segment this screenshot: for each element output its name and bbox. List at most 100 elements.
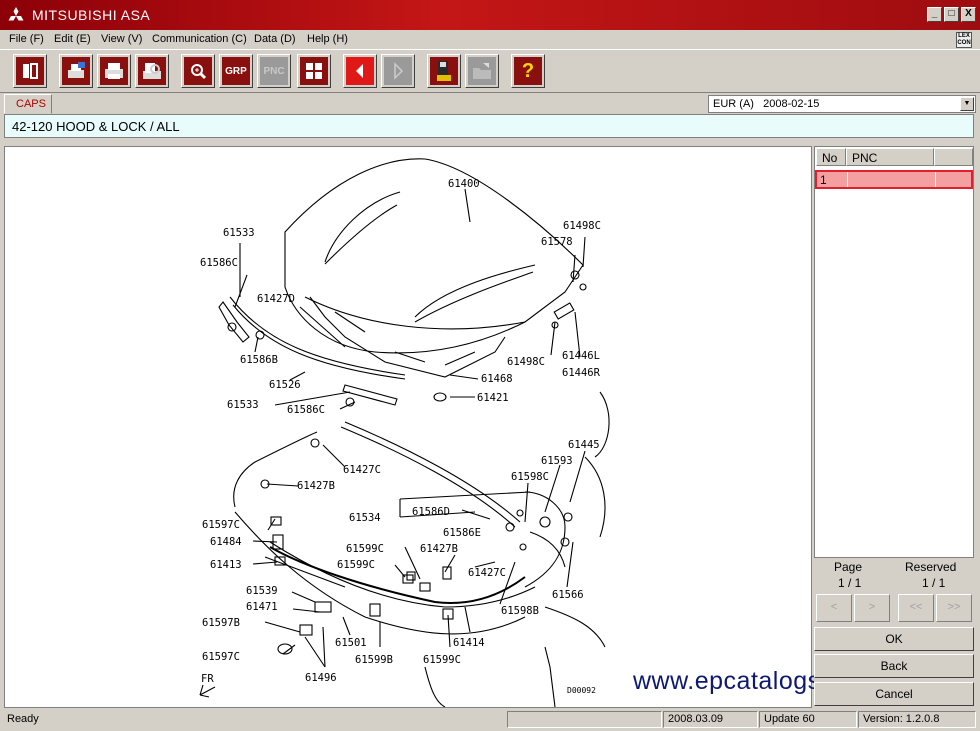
search-print-button[interactable] — [135, 54, 169, 88]
fr-label: FR — [201, 673, 214, 685]
caps-tab[interactable]: CAPS — [4, 94, 52, 114]
next-page-button[interactable]: > — [854, 594, 890, 622]
part-label[interactable]: 61539 — [246, 585, 278, 597]
menu-file[interactable]: File (F) — [9, 33, 44, 45]
part-label[interactable]: 61484 — [210, 536, 242, 548]
part-label[interactable]: 61421 — [477, 392, 509, 404]
part-label[interactable]: 61533 — [227, 399, 259, 411]
help-icon: ? — [514, 57, 542, 85]
exit-button[interactable] — [13, 54, 47, 88]
column-header-blank — [934, 148, 973, 166]
part-label[interactable]: 61586C — [287, 404, 325, 416]
cell-divider — [847, 172, 848, 187]
part-label[interactable]: 61446L — [562, 350, 600, 362]
part-label[interactable]: 61400 — [448, 178, 480, 190]
save-button[interactable] — [427, 54, 461, 88]
back-button[interactable]: Back — [814, 654, 974, 678]
grid-view-icon — [300, 57, 328, 85]
forward-arrow-button[interactable] — [381, 54, 415, 88]
part-label[interactable]: 61414 — [453, 637, 485, 649]
part-label[interactable]: 61586D — [412, 506, 450, 518]
pnc-button[interactable]: PNC — [257, 54, 291, 88]
status-date: 2008.03.09 — [663, 711, 758, 728]
grid-view-button[interactable] — [297, 54, 331, 88]
print-preview-button[interactable] — [59, 54, 93, 88]
status-update: Update 60 — [759, 711, 857, 728]
part-label[interactable]: 61427C — [343, 464, 381, 476]
part-label[interactable]: 61496 — [305, 672, 337, 684]
cancel-button[interactable]: Cancel — [814, 682, 974, 706]
group-title: 42-120 HOOD & LOCK / ALL — [4, 114, 974, 138]
search-document-icon — [138, 57, 166, 85]
back-arrow-button[interactable] — [343, 54, 377, 88]
part-label[interactable]: 61578 — [541, 236, 573, 248]
part-label[interactable]: 61593 — [541, 455, 573, 467]
grp-button[interactable]: GRP — [219, 54, 253, 88]
part-label[interactable]: 61498C — [507, 356, 545, 368]
status-bar: Ready 2008.03.09 Update 60 Version: 1.2.… — [0, 710, 980, 731]
maximize-button[interactable]: □ — [944, 7, 959, 22]
column-header-no[interactable]: No — [816, 148, 846, 166]
page-label: Page — [834, 560, 863, 574]
printer-icon — [100, 57, 128, 85]
part-label[interactable]: 61599C — [337, 559, 375, 571]
part-label[interactable]: 61586E — [443, 527, 481, 539]
zoom-button[interactable] — [181, 54, 215, 88]
status-blank — [507, 711, 662, 728]
part-label[interactable]: 61586C — [200, 257, 238, 269]
open-folder-icon — [468, 57, 496, 85]
menu-edit[interactable]: Edit (E) — [54, 33, 91, 45]
part-label[interactable]: 61586B — [240, 354, 278, 366]
part-label[interactable]: 61445 — [568, 439, 600, 451]
print-button[interactable] — [97, 54, 131, 88]
part-label[interactable]: 61599B — [355, 654, 393, 666]
close-button[interactable]: X — [961, 7, 976, 22]
minimize-button[interactable]: _ — [927, 7, 942, 22]
open-folder-button[interactable] — [465, 54, 499, 88]
menu-communication[interactable]: Communication (C) — [152, 33, 247, 45]
part-label[interactable]: 61413 — [210, 559, 242, 571]
first-page-button[interactable]: << — [898, 594, 934, 622]
region-date-select[interactable]: EUR (A) 2008-02-15 ▼ — [708, 95, 976, 113]
part-label[interactable]: 61501 — [335, 637, 367, 649]
part-label[interactable]: 61597B — [202, 617, 240, 629]
part-label[interactable]: 61427B — [420, 543, 458, 555]
part-label[interactable]: 61599C — [346, 543, 384, 555]
zoom-icon — [184, 57, 212, 85]
column-header-pnc[interactable]: PNC — [846, 148, 934, 166]
part-label[interactable]: 61566 — [552, 589, 584, 601]
forward-arrow-icon — [384, 57, 412, 85]
lexcon-icon[interactable]: LEX CON — [956, 32, 972, 48]
help-button[interactable]: ? — [511, 54, 545, 88]
part-label[interactable]: 61597C — [202, 519, 240, 531]
diagram-code: D00092 — [567, 686, 596, 695]
save-icon — [430, 57, 458, 85]
chevron-down-icon[interactable]: ▼ — [960, 97, 974, 111]
menu-view[interactable]: View (V) — [101, 33, 142, 45]
menu-help[interactable]: Help (H) — [307, 33, 348, 45]
exit-icon — [16, 57, 44, 85]
part-label[interactable]: 61427D — [257, 293, 295, 305]
part-label[interactable]: 61468 — [481, 373, 513, 385]
last-page-button[interactable]: >> — [936, 594, 972, 622]
menu-data[interactable]: Data (D) — [254, 33, 296, 45]
parts-diagram[interactable]: 61400 61533 61586C 61427D 61586B 61526 6… — [4, 146, 812, 708]
part-label[interactable]: 61526 — [269, 379, 301, 391]
part-label[interactable]: 61427C — [468, 567, 506, 579]
part-label[interactable]: 61599C — [423, 654, 461, 666]
grp-icon: GRP — [222, 57, 250, 85]
part-label[interactable]: 61533 — [223, 227, 255, 239]
part-label[interactable]: 61498C — [563, 220, 601, 232]
prev-page-button[interactable]: < — [816, 594, 852, 622]
part-label[interactable]: 61597C — [202, 651, 240, 663]
part-label[interactable]: 61446R — [562, 367, 601, 379]
part-label[interactable]: 61471 — [246, 601, 278, 613]
pnc-icon: PNC — [260, 57, 288, 85]
table-row[interactable]: 1 — [815, 170, 973, 189]
status-ready: Ready — [7, 713, 39, 725]
ok-button[interactable]: OK — [814, 627, 974, 651]
part-label[interactable]: 61534 — [349, 512, 381, 524]
part-label[interactable]: 61598B — [501, 605, 539, 617]
part-label[interactable]: 61598C — [511, 471, 549, 483]
part-label[interactable]: 61427B — [297, 480, 335, 492]
